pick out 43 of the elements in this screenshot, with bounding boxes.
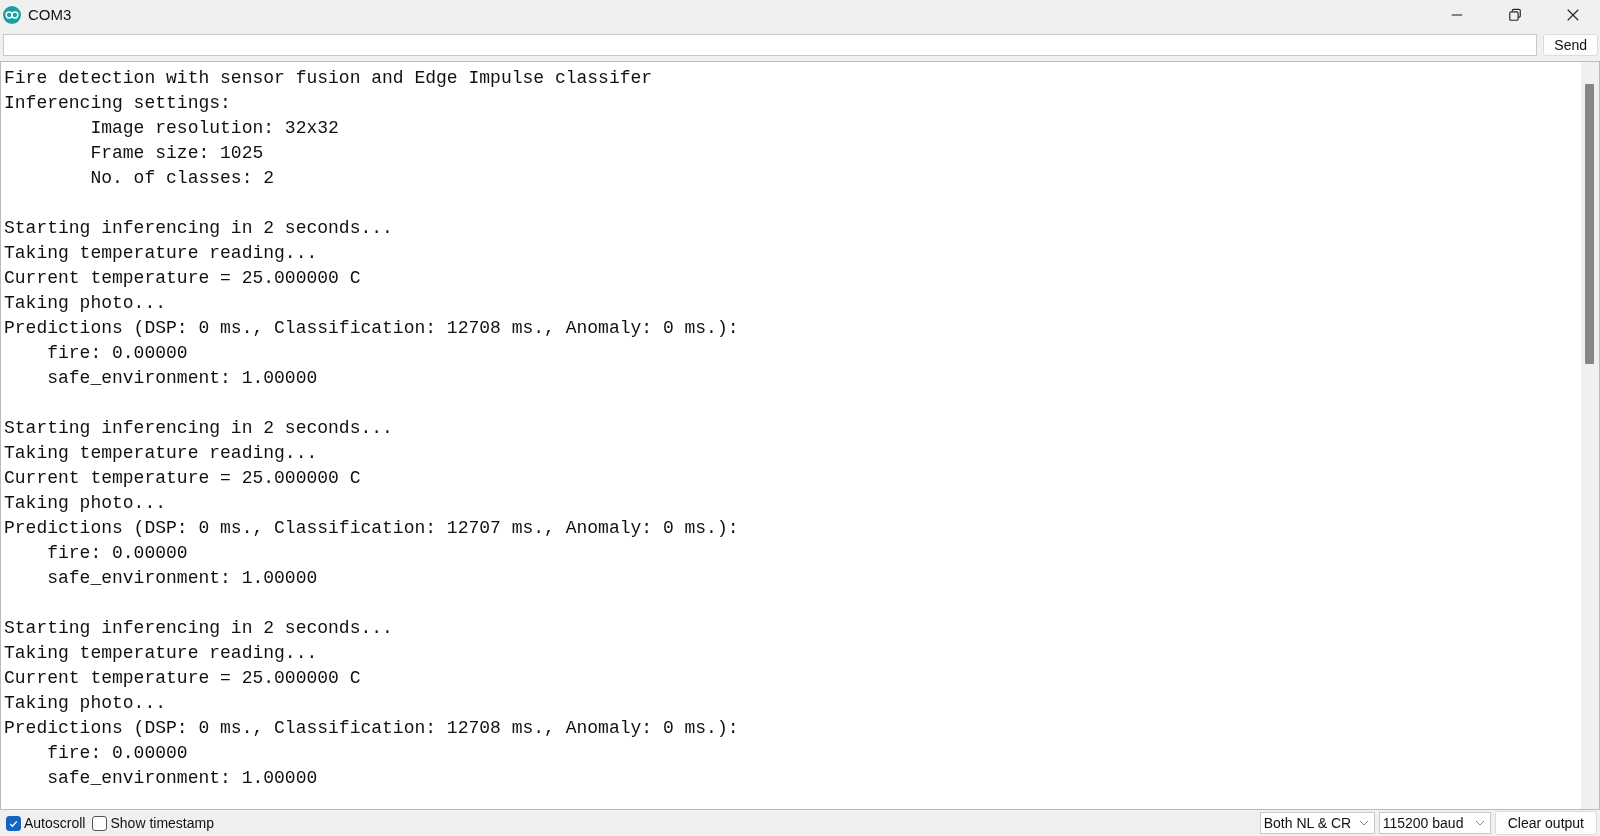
output-line: Current temperature = 25.000000 C bbox=[4, 467, 362, 490]
output-line: safe_environment: 1.00000 bbox=[46, 367, 319, 390]
clear-output-button[interactable]: Clear output bbox=[1494, 811, 1597, 835]
output-line: Current temperature = 25.000000 C bbox=[4, 667, 362, 690]
output-line: Current temperature = 25.000000 C bbox=[4, 267, 362, 290]
chevron-down-icon bbox=[1474, 820, 1485, 826]
app-logo-icon bbox=[3, 5, 21, 24]
output-line: No. of classes: 2 bbox=[89, 167, 276, 190]
output-line: Taking temperature reading... bbox=[4, 242, 319, 265]
window-title: COM3 bbox=[28, 6, 72, 23]
output-line: Predictions (DSP: 0 ms., Classification: 12708 ms., Anomaly: 0 ms.): bbox=[4, 717, 740, 740]
output-line: Taking photo... bbox=[4, 492, 168, 515]
chevron-down-icon bbox=[1358, 820, 1369, 826]
output-line: safe_environment: 1.00000 bbox=[46, 567, 319, 590]
output-line: Taking photo... bbox=[4, 292, 168, 315]
output-line: Starting inferencing in 2 seconds... bbox=[4, 417, 394, 440]
checkbox-label[interactable]: Autoscroll bbox=[24, 815, 86, 831]
restore-icon[interactable] bbox=[1508, 7, 1522, 22]
baud-rate-dropdown[interactable]: 115200 baud bbox=[1378, 812, 1491, 834]
output-line: Taking temperature reading... bbox=[4, 442, 319, 465]
output-line: Image resolution: 32x32 bbox=[89, 117, 340, 140]
checkbox[interactable] bbox=[92, 815, 108, 831]
output-line: fire: 0.00000 bbox=[46, 342, 189, 365]
scrollbar[interactable] bbox=[1581, 62, 1599, 809]
checkbox[interactable] bbox=[6, 815, 21, 831]
output-line: Starting inferencing in 2 seconds... bbox=[4, 217, 394, 240]
line-ending-dropdown[interactable]: Both NL & CR bbox=[1259, 812, 1375, 834]
output-line: Starting inferencing in 2 seconds... bbox=[4, 617, 394, 640]
output-line: safe_environment: 1.00000 bbox=[46, 767, 319, 790]
output-line: Predictions (DSP: 0 ms., Classification: 12708 ms., Anomaly: 0 ms.): bbox=[4, 317, 740, 340]
message-input-field[interactable] bbox=[3, 34, 1538, 56]
output-line: Taking photo... bbox=[4, 692, 168, 715]
output-line: fire: 0.00000 bbox=[46, 542, 189, 565]
checkbox-label[interactable]: Show timestamp bbox=[110, 815, 214, 831]
output-line: Predictions (DSP: 0 ms., Classification: 12707 ms., Anomaly: 0 ms.): bbox=[4, 517, 740, 540]
output-line: Taking temperature reading... bbox=[4, 642, 319, 665]
close-icon[interactable] bbox=[1566, 7, 1580, 22]
output-line: Inferencing settings: bbox=[4, 92, 232, 115]
output-line: fire: 0.00000 bbox=[46, 742, 189, 765]
output-line: Frame size: 1025 bbox=[89, 142, 265, 165]
send-button[interactable]: Send bbox=[1543, 34, 1598, 56]
scrollbar-thumb[interactable] bbox=[1585, 84, 1594, 364]
output-line: Fire detection with sensor fusion and Edge Impulse classifer bbox=[4, 67, 654, 90]
